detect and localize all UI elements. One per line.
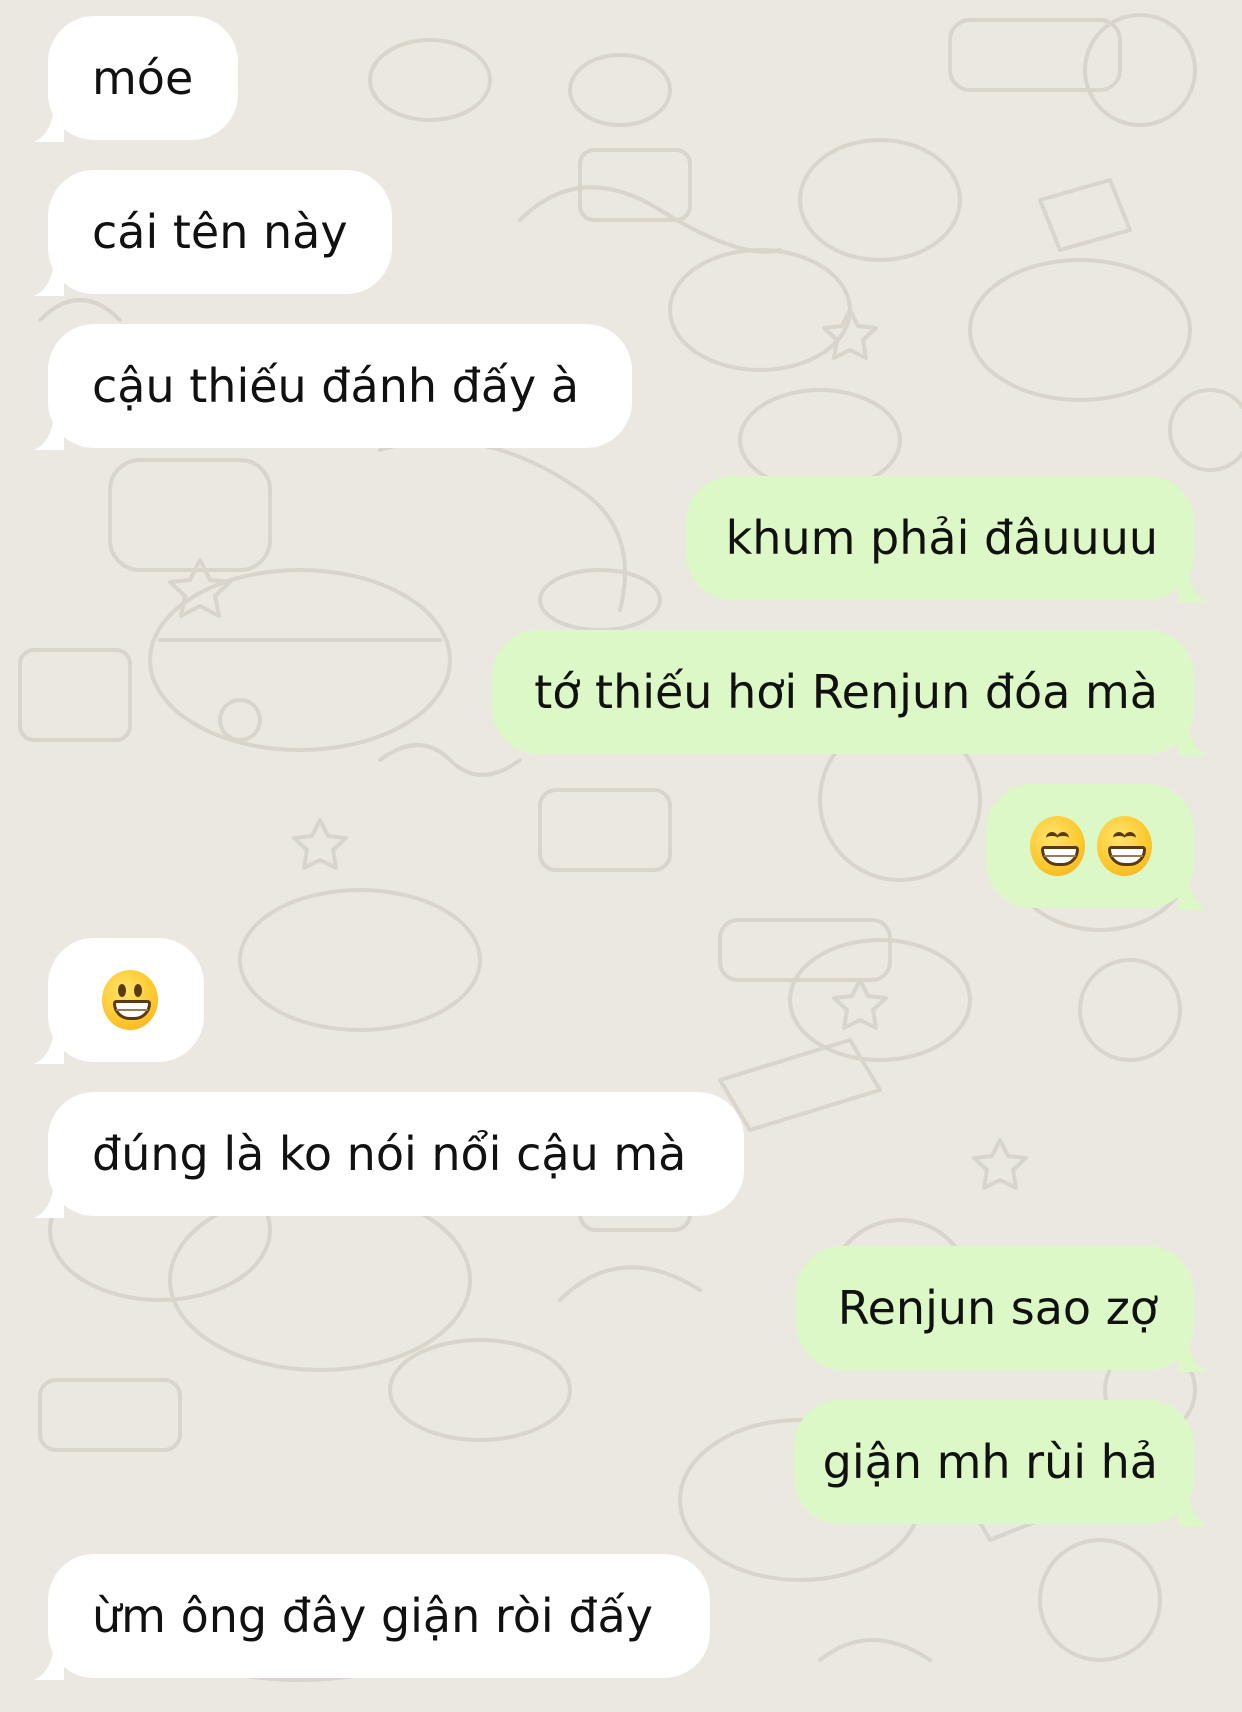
bubble-tail (34, 106, 64, 142)
grinning-face-with-smiling-eyes-icon (1097, 816, 1152, 876)
bubble-tail (1178, 1490, 1208, 1526)
outgoing-message-bubble[interactable]: tớ thiếu hơi Renjun đóa mà (492, 630, 1208, 756)
grinning-face-with-smiling-eyes-icon (1030, 816, 1085, 876)
message-text: khum phải đâuuuu (725, 511, 1158, 565)
outgoing-emoji-bubble[interactable] (986, 784, 1208, 910)
incoming-message-bubble[interactable]: đúng là ko nói nổi cậu mà (34, 1092, 744, 1218)
grinning-face-icon (102, 970, 158, 1030)
message-text: giận mh rùi hả (822, 1435, 1158, 1489)
bubble-tail (1178, 566, 1208, 602)
message-text: tớ thiếu hơi Renjun đóa mà (534, 665, 1158, 719)
bubble-tail (34, 1028, 64, 1064)
outgoing-message-bubble[interactable]: giận mh rùi hả (794, 1400, 1208, 1526)
incoming-message-bubble[interactable]: cái tên này (34, 170, 392, 296)
bubble-tail (34, 1182, 64, 1218)
incoming-message-bubble[interactable]: cậu thiếu đánh đấy à (34, 324, 632, 450)
message-text: Renjun sao zợ (837, 1281, 1158, 1335)
bubble-tail (1178, 720, 1208, 756)
message-text: đúng là ko nói nổi cậu mà (92, 1127, 687, 1181)
bubble-tail (34, 1644, 64, 1680)
outgoing-message-bubble[interactable]: khum phải đâuuuu (686, 476, 1208, 602)
chat-thread: móe cái tên này cậu thiếu đánh đấy à khu… (0, 0, 1242, 1712)
message-text: cậu thiếu đánh đấy à (92, 359, 580, 413)
incoming-message-bubble[interactable]: móe (34, 16, 238, 142)
outgoing-message-bubble[interactable]: Renjun sao zợ (796, 1246, 1208, 1372)
message-text: ừm ông đây giận ròi đấy (92, 1589, 653, 1643)
message-text: móe (92, 51, 194, 105)
message-text: cái tên này (92, 205, 348, 259)
incoming-message-bubble[interactable]: ừm ông đây giận ròi đấy (34, 1554, 710, 1680)
incoming-emoji-bubble[interactable] (34, 938, 204, 1064)
bubble-tail (34, 260, 64, 296)
bubble-tail (1178, 874, 1208, 910)
bubble-tail (34, 414, 64, 450)
bubble-tail (1178, 1336, 1208, 1372)
